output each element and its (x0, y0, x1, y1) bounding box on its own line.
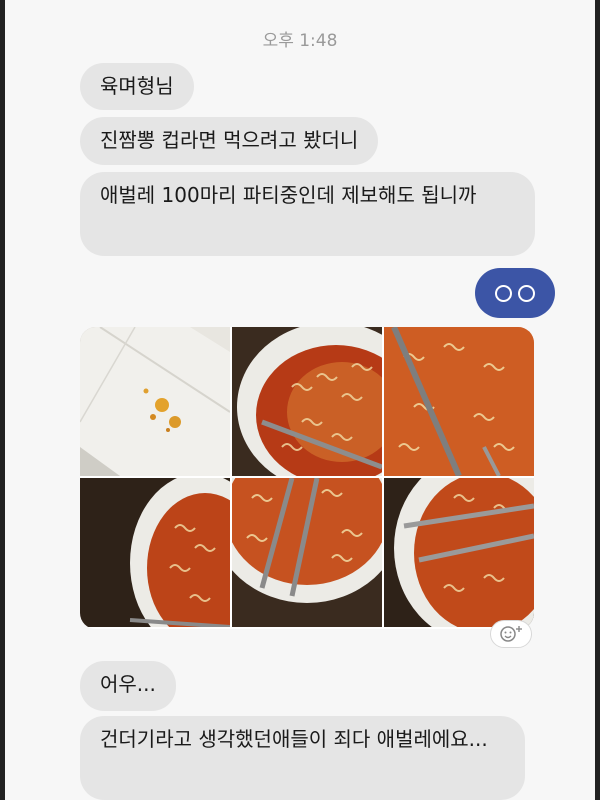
photo-bowl-chopsticks-vertical[interactable] (232, 478, 382, 627)
received-message[interactable]: 진짬뽕 컵라면 먹으려고 봤더니 (80, 117, 379, 165)
oo-emoticon-icon (518, 284, 535, 302)
photo-bowl-chopsticks-angled[interactable] (384, 478, 534, 627)
received-message[interactable]: 건더기라고 생각했던애들이 죄다 애벌레에요... (80, 716, 525, 800)
received-message[interactable]: 애벌레 100마리 파티중인데 제보해도 됩니까 (80, 172, 535, 256)
photo-bowl-side[interactable] (80, 478, 230, 627)
received-message[interactable]: 육며형님 (80, 63, 194, 110)
photo-bowl-chopsticks[interactable] (384, 327, 534, 476)
add-reaction-button[interactable] (490, 620, 532, 648)
left-edge (0, 0, 5, 800)
received-message[interactable]: 어우... (80, 661, 176, 711)
sent-emoticon-bubble[interactable] (475, 268, 555, 318)
photo-grid[interactable] (80, 327, 534, 629)
photo-bowl-closeup[interactable] (232, 327, 382, 476)
add-reaction-icon (500, 626, 522, 642)
message-timestamp: 오후 1:48 (262, 31, 338, 51)
oo-emoticon-icon (495, 284, 512, 302)
right-edge (595, 0, 600, 800)
photo-tissue-larvae[interactable] (80, 327, 230, 476)
